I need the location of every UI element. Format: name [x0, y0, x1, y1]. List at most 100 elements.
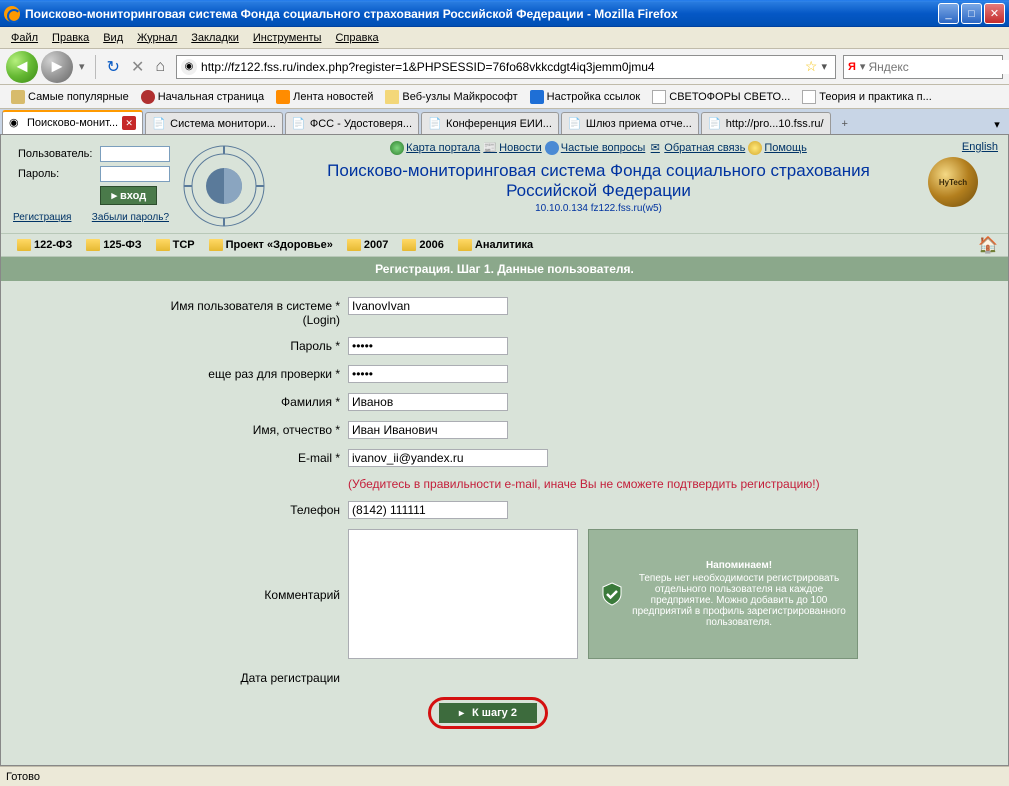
menu-view[interactable]: Вид: [96, 30, 130, 46]
fss-seal: [179, 141, 269, 231]
folder-icon: [402, 239, 416, 251]
bookmark-news[interactable]: Лента новостей: [271, 88, 378, 106]
firefox-icon: [4, 6, 20, 22]
pass-label: Пароль:: [15, 165, 95, 183]
m-icon: [530, 90, 544, 104]
login-label: Имя пользователя в системе *(Login): [23, 293, 343, 331]
url-input[interactable]: [201, 60, 805, 74]
user-label: Пользователь:: [15, 145, 95, 163]
reload-button[interactable]: ↻: [103, 53, 124, 81]
site-icon: ◉: [181, 59, 197, 75]
menu-history[interactable]: Журнал: [130, 30, 184, 46]
nav-news[interactable]: 📰Новости: [483, 141, 542, 155]
password-label: Пароль *: [23, 333, 343, 359]
folder-2007[interactable]: 2007: [341, 237, 394, 253]
page-subtitle: 10.10.0.134 fz122.fss.ru(w5): [277, 203, 920, 214]
nav-dropdown[interactable]: ▾: [76, 60, 88, 73]
bookmark-popular[interactable]: Самые популярные: [6, 88, 134, 106]
email-label: E-mail *: [23, 445, 343, 471]
folder-icon: [17, 239, 31, 251]
folder-icon: [347, 239, 361, 251]
tab-1[interactable]: 📄Система монитори...: [145, 112, 283, 134]
bookmark-ms[interactable]: Веб-узлы Майкрософт: [380, 88, 522, 106]
page-title-1: Поисково-мониторинговая система Фонда со…: [277, 161, 920, 181]
next-step-button[interactable]: К шагу 2: [439, 703, 537, 723]
menu-file[interactable]: Файл: [4, 30, 45, 46]
firstname-field[interactable]: [348, 421, 508, 439]
english-link[interactable]: English: [962, 141, 998, 153]
tab-2[interactable]: 📄ФСС - Удостоверя...: [285, 112, 419, 134]
folder-2006[interactable]: 2006: [396, 237, 449, 253]
reminder-text: Теперь нет необходимости регистрировать …: [631, 573, 847, 628]
bookmark-star-icon[interactable]: ☆: [805, 58, 818, 75]
search-box[interactable]: Я ▾ 🔍: [843, 55, 1003, 79]
bookmark-links[interactable]: Настройка ссылок: [525, 88, 646, 106]
status-text: Готово: [6, 771, 40, 783]
news-icon: 📰: [483, 141, 497, 155]
folder-125[interactable]: 125-ФЗ: [80, 237, 147, 253]
page-header: Пользователь: Пароль: ▸ вход Регистрация…: [1, 135, 1008, 233]
password2-field[interactable]: [348, 365, 508, 383]
firstname-label: Имя, отчество *: [23, 417, 343, 443]
tab-favicon: 📄: [152, 117, 166, 131]
tab-0[interactable]: ◉Поисково-монит...✕: [2, 110, 143, 134]
folder-health[interactable]: Проект «Здоровье»: [203, 237, 339, 253]
nav-help[interactable]: Помощь: [748, 141, 807, 155]
reminder-box: Напоминаем! Теперь нет необходимости рег…: [588, 529, 858, 659]
help-icon: [748, 141, 762, 155]
search-engine-dropdown[interactable]: ▾: [860, 60, 869, 73]
bookmark-traffic[interactable]: СВЕТОФОРЫ СВЕТО...: [647, 88, 795, 106]
menu-edit[interactable]: Правка: [45, 30, 96, 46]
folder-icon: [209, 239, 223, 251]
status-bar: Готово: [0, 766, 1009, 786]
back-button[interactable]: ◄: [6, 51, 38, 83]
search-input[interactable]: [868, 60, 1009, 74]
forgot-link[interactable]: Забыли пароль?: [92, 212, 169, 223]
page-icon: [652, 90, 666, 104]
minimize-button[interactable]: _: [938, 3, 959, 24]
user-input[interactable]: [100, 146, 170, 162]
pass-input[interactable]: [100, 166, 170, 182]
password2-label: еще раз для проверки *: [23, 361, 343, 387]
bookmark-theory[interactable]: Теория и практика п...: [797, 88, 936, 106]
folder-icon: [458, 239, 472, 251]
nav-map[interactable]: Карта портала: [390, 141, 480, 155]
bookmark-home[interactable]: Начальная страница: [136, 88, 269, 106]
nav-feedback[interactable]: ✉Обратная связь: [648, 141, 745, 155]
nav-faq[interactable]: Частые вопросы: [545, 141, 646, 155]
tab-close-icon[interactable]: ✕: [122, 116, 136, 130]
login-field[interactable]: [348, 297, 508, 315]
tab-favicon: ◉: [9, 116, 23, 130]
tab-bar: ◉Поисково-монит...✕ 📄Система монитори...…: [0, 109, 1009, 135]
mail-icon: ✉: [648, 141, 662, 155]
stop-button[interactable]: ✕: [127, 53, 148, 81]
menu-bookmarks[interactable]: Закладки: [184, 30, 246, 46]
tab-4[interactable]: 📄Шлюз приема отче...: [561, 112, 699, 134]
folder-tcp[interactable]: TCP: [150, 237, 201, 253]
menu-bar: Файл Правка Вид Журнал Закладки Инструме…: [0, 27, 1009, 49]
login-button[interactable]: ▸ вход: [100, 186, 157, 205]
comment-field[interactable]: [348, 529, 578, 659]
window-titlebar: Поисково-мониторинговая система Фонда со…: [0, 0, 1009, 27]
phone-field[interactable]: [348, 501, 508, 519]
password-field[interactable]: [348, 337, 508, 355]
close-button[interactable]: ✕: [984, 3, 1005, 24]
forward-button[interactable]: ►: [41, 51, 73, 83]
folder-home[interactable]: 🏠: [978, 235, 998, 255]
tab-list-dropdown[interactable]: ▾: [987, 114, 1007, 134]
hytech-logo: HyTech: [928, 157, 978, 207]
tab-3[interactable]: 📄Конференция ЕИИ...: [421, 112, 559, 134]
tab-5[interactable]: 📄http://pro...10.fss.ru/: [701, 112, 831, 134]
maximize-button[interactable]: □: [961, 3, 982, 24]
url-dropdown[interactable]: ▾: [817, 60, 831, 73]
folder-122[interactable]: 122-ФЗ: [11, 237, 78, 253]
register-link[interactable]: Регистрация: [13, 212, 71, 223]
menu-tools[interactable]: Инструменты: [246, 30, 329, 46]
menu-help[interactable]: Справка: [328, 30, 385, 46]
home-button[interactable]: ⌂: [151, 54, 169, 80]
url-bar[interactable]: ◉ ☆ ▾: [176, 55, 836, 79]
folder-analytics[interactable]: Аналитика: [452, 237, 539, 253]
email-field[interactable]: [348, 449, 548, 467]
lastname-field[interactable]: [348, 393, 508, 411]
new-tab-button[interactable]: +: [833, 114, 857, 134]
